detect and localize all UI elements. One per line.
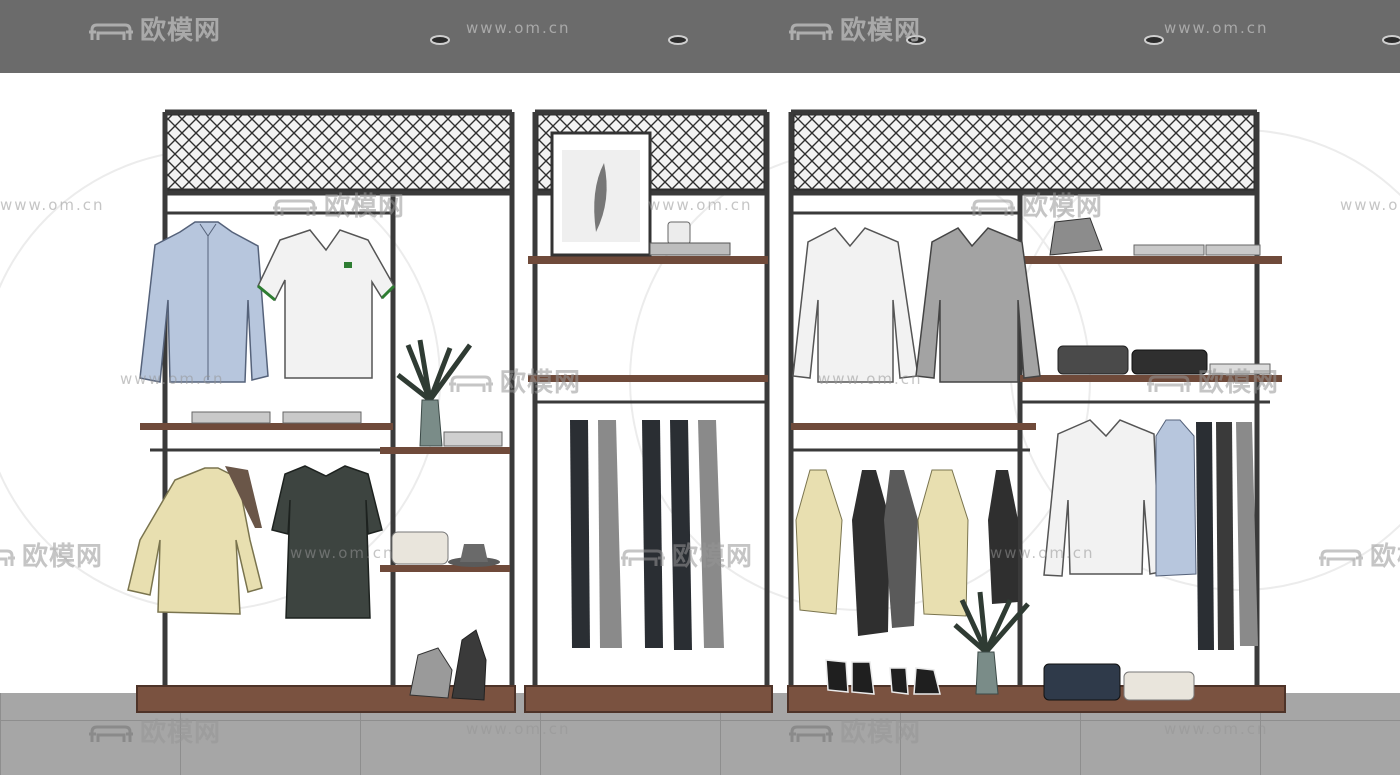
dark-tshirt bbox=[271, 465, 383, 619]
feather-art-icon bbox=[550, 131, 652, 257]
store-display-rendering: 欧模网 www.om.cn 欧模网 www.om.cn www.om.cn 欧模… bbox=[0, 0, 1400, 775]
mesh-panel bbox=[791, 112, 1257, 192]
white-shirt bbox=[792, 227, 919, 383]
wardrobe-display-illustration bbox=[0, 0, 1400, 775]
ceiling bbox=[0, 0, 1400, 73]
wood-base bbox=[524, 685, 773, 713]
mesh-panel bbox=[164, 112, 513, 192]
